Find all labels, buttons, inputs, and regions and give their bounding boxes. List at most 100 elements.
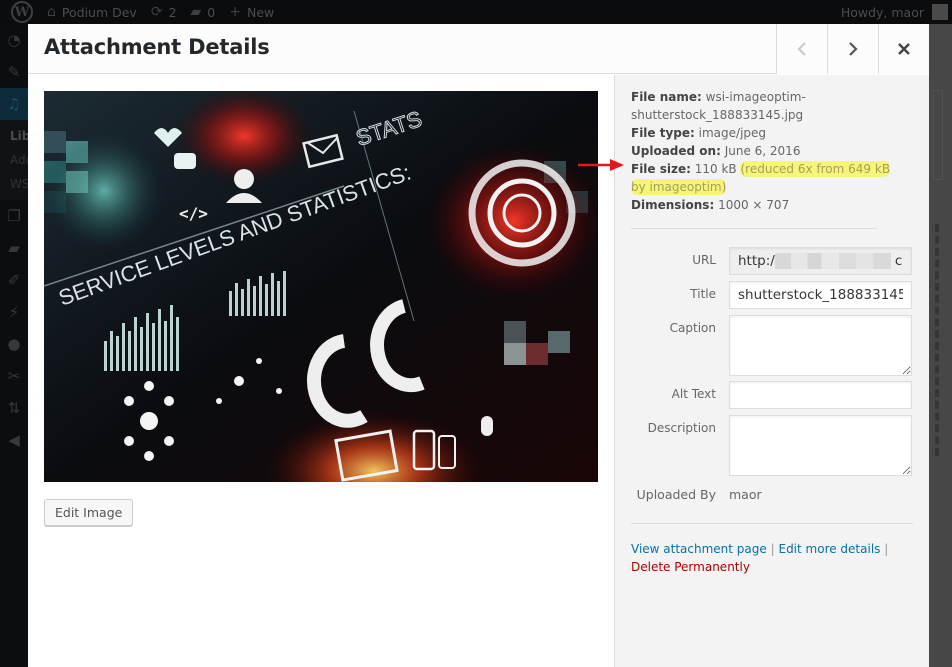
new-label: New: [246, 4, 275, 20]
delete-permanently-link[interactable]: Delete Permanently: [631, 560, 750, 574]
file-size-label: File size:: [631, 162, 691, 176]
next-button[interactable]: [827, 24, 878, 74]
sidebar-item-users[interactable]: ●: [0, 328, 28, 360]
file-name-label: File name:: [631, 90, 702, 104]
description-label: Description: [647, 421, 716, 435]
comment-icon: ▰: [190, 4, 202, 20]
refresh-icon: ⟳: [150, 4, 163, 20]
sidebar-item-media[interactable]: ♫: [0, 88, 28, 120]
wordpress-logo-button[interactable]: W: [0, 0, 40, 24]
pin-icon: ✎: [7, 63, 21, 81]
url-redacted: [774, 253, 891, 269]
updates-count: 2: [168, 4, 177, 20]
divider: [631, 523, 913, 524]
uploaded-on-value: June 6, 2016: [724, 144, 801, 158]
sidebar-item-dashboard[interactable]: ◔: [0, 24, 28, 56]
file-name-row: File name: wsi-imageoptim-shutterstock_1…: [631, 88, 901, 124]
url-value-prefix: http:/: [738, 253, 775, 269]
dimensions-label: Dimensions:: [631, 198, 715, 212]
uploaded-by-value: maor: [729, 487, 762, 502]
close-icon: [898, 43, 910, 55]
account-menu[interactable]: Howdy, maor: [841, 4, 952, 20]
sidebar-collapse[interactable]: ◀: [0, 424, 28, 456]
new-content-link[interactable]: + New: [222, 0, 281, 24]
media-submenu: Lib Add WS: [0, 120, 28, 200]
avatar: [932, 4, 948, 20]
user-icon: ●: [7, 335, 21, 353]
uploaded-by-label: Uploaded By: [636, 487, 716, 502]
updates-link[interactable]: ⟳ 2: [144, 0, 184, 24]
background-dropzone: [929, 224, 939, 456]
collapse-icon: ◀: [8, 431, 20, 449]
description-textarea[interactable]: [729, 415, 912, 476]
file-size-row: File size: 110 kB (reduced 6x from 649 k…: [631, 160, 901, 196]
modal-title: Attachment Details: [44, 35, 270, 59]
background-overlay: [929, 24, 952, 667]
file-info: File name: wsi-imageoptim-shutterstock_1…: [631, 88, 901, 214]
plus-icon: +: [229, 4, 241, 20]
media-icon: ♫: [7, 95, 21, 113]
site-name: Podium Dev: [61, 4, 137, 20]
previous-button[interactable]: [776, 24, 827, 74]
sidebar-item-comments[interactable]: ▰: [0, 232, 28, 264]
edit-more-details-link[interactable]: Edit more details: [778, 542, 880, 556]
dimensions-value: 1000 × 707: [718, 198, 790, 212]
separator: |: [770, 542, 775, 556]
home-icon: ⌂: [47, 4, 56, 20]
site-name-link[interactable]: ⌂ Podium Dev: [40, 0, 144, 24]
wrench-icon: ✂: [7, 367, 21, 385]
admin-bar: W ⌂ Podium Dev ⟳ 2 ▰ 0 + New Howdy, maor: [0, 0, 952, 24]
url-value-suffix: c: [894, 253, 903, 269]
file-type-row: File type: image/jpeg: [631, 124, 901, 142]
url-input[interactable]: http:/ c: [729, 247, 912, 275]
url-label: URL: [692, 253, 716, 267]
comments-count: 0: [207, 4, 216, 20]
sidebar-item-posts[interactable]: ✎: [0, 56, 28, 88]
chevron-right-icon: [849, 42, 858, 56]
title-label: Title: [690, 287, 716, 301]
alt-text-label: Alt Text: [671, 387, 716, 401]
admin-sidebar: ◔ ✎ ♫ Lib Add WS ❐ ▰ ✐ ⚡ ● ✂ ⇅ ◀: [0, 24, 28, 667]
submenu-library[interactable]: Lib: [0, 124, 28, 148]
edit-image-button[interactable]: Edit Image: [44, 499, 134, 526]
wordpress-icon: W: [11, 1, 33, 23]
caption-label: Caption: [669, 321, 716, 335]
modal-header: Attachment Details: [28, 24, 929, 74]
sidebar-item-plugins[interactable]: ⚡: [0, 296, 28, 328]
background-element: [933, 90, 943, 180]
brush-icon: ✐: [7, 271, 21, 289]
pages-icon: ❐: [7, 207, 21, 225]
preview-artwork: </> SERVICE LEVELS AND STATISTICS: STATS: [44, 91, 598, 482]
settings-icon: ⇅: [7, 399, 21, 417]
dashboard-icon: ◔: [7, 31, 21, 49]
file-type-label: File type:: [631, 126, 695, 140]
comments-link[interactable]: ▰ 0: [184, 0, 223, 24]
attachment-actions: View attachment page | Edit more details…: [631, 540, 901, 576]
attachment-details-pane: File name: wsi-imageoptim-shutterstock_1…: [614, 75, 929, 667]
submenu-ws[interactable]: WS: [0, 172, 28, 196]
file-type-value: image/jpeg: [698, 126, 767, 140]
greeting: Howdy, maor: [840, 4, 924, 20]
annotation-arrow-icon: [578, 159, 624, 171]
sidebar-item-pages[interactable]: ❐: [0, 200, 28, 232]
separator: |: [884, 542, 889, 556]
dimensions-row: Dimensions: 1000 × 707: [631, 196, 901, 214]
sidebar-item-tools[interactable]: ✂: [0, 360, 28, 392]
close-button[interactable]: [878, 24, 929, 74]
submenu-add-new[interactable]: Add: [0, 148, 28, 172]
comment-icon: ▰: [8, 239, 20, 257]
view-attachment-page-link[interactable]: View attachment page: [631, 542, 767, 556]
sidebar-item-settings[interactable]: ⇅: [0, 392, 28, 424]
alt-text-input[interactable]: [729, 381, 912, 409]
media-preview-pane: </> SERVICE LEVELS AND STATISTICS: STATS: [28, 75, 614, 667]
sidebar-item-appearance[interactable]: ✐: [0, 264, 28, 296]
uploaded-on-label: Uploaded on:: [631, 144, 721, 158]
caption-textarea[interactable]: [729, 315, 912, 376]
attachment-image: </> SERVICE LEVELS AND STATISTICS: STATS: [44, 91, 598, 482]
chevron-left-icon: [797, 42, 806, 56]
uploaded-on-row: Uploaded on: June 6, 2016: [631, 142, 901, 160]
svg-text:</>: </>: [179, 204, 208, 223]
divider: [631, 228, 877, 229]
title-input[interactable]: [729, 281, 912, 309]
modal-body: </> SERVICE LEVELS AND STATISTICS: STATS: [28, 75, 929, 667]
